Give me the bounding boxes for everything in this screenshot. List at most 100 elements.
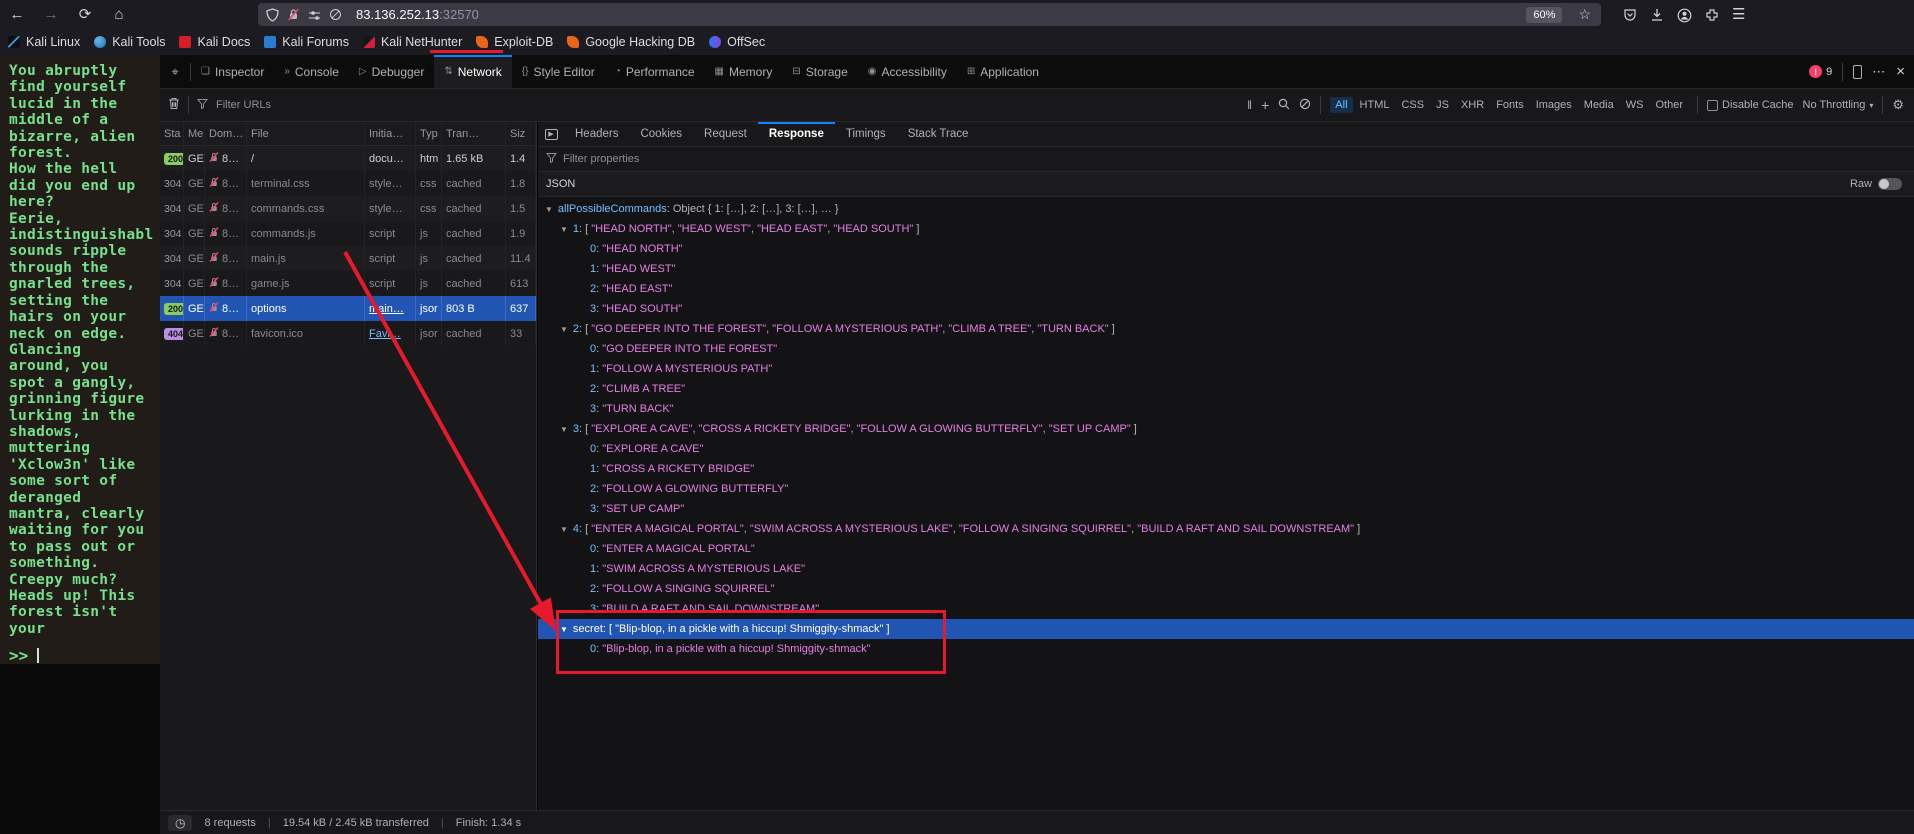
bookmark-google-hacking-db[interactable]: Google Hacking DB <box>567 35 695 49</box>
filter-xhr-button[interactable]: XHR <box>1456 97 1489 113</box>
split-panel-icon[interactable]: ▶ <box>538 122 564 146</box>
json-item-row[interactable]: 0: "GO DEEPER INTO THE FOREST" <box>538 339 1914 359</box>
json-group-4[interactable]: ▼4: [ "ENTER A MAGICAL PORTAL", "SWIM AC… <box>538 519 1914 539</box>
pocket-icon[interactable] <box>1623 0 1637 29</box>
filter-css-button[interactable]: CSS <box>1396 97 1429 113</box>
zoom-level-badge[interactable]: 60% <box>1526 7 1562 23</box>
json-item-row[interactable]: 2: "CLIMB A TREE" <box>538 379 1914 399</box>
tab-memory[interactable]: ▦Memory <box>705 55 783 88</box>
json-item-row[interactable]: 1: "HEAD WEST" <box>538 259 1914 279</box>
tab-network[interactable]: ⇅Network <box>434 55 511 88</box>
details-tab-timings[interactable]: Timings <box>835 122 897 146</box>
search-icon[interactable] <box>1278 98 1290 113</box>
filter-media-button[interactable]: Media <box>1579 97 1619 113</box>
network-request-row-main-js[interactable]: 304GET8…main.jsscriptjscached11.4 <box>160 246 536 271</box>
terminal-prompt[interactable]: >> <box>9 646 160 664</box>
column-header-me[interactable]: Me <box>184 122 205 145</box>
details-tab-response[interactable]: Response <box>758 122 835 146</box>
bookmark-star-icon[interactable]: ☆ <box>1578 6 1591 23</box>
filter-other-button[interactable]: Other <box>1650 97 1688 113</box>
reload-icon[interactable]: ⟳ <box>68 0 102 29</box>
home-icon[interactable]: ⌂ <box>102 0 136 29</box>
network-request-row-terminal-css[interactable]: 304GET8…terminal.cssstyle…csscached1.8 <box>160 171 536 196</box>
details-tab-cookies[interactable]: Cookies <box>629 122 693 146</box>
tab-style-editor[interactable]: {}Style Editor <box>512 55 605 88</box>
json-item-row[interactable]: 2: "FOLLOW A SINGING SQUIRREL" <box>538 579 1914 599</box>
forward-icon[interactable]: → <box>34 0 68 29</box>
details-tab-headers[interactable]: Headers <box>564 122 629 146</box>
json-item-row[interactable]: 3: "BUILD A RAFT AND SAIL DOWNSTREAM" <box>538 599 1914 619</box>
tracking-shield-icon[interactable] <box>266 8 279 22</box>
details-tab-request[interactable]: Request <box>693 122 758 146</box>
json-group-secret[interactable]: ▼secret: [ "Blip-blop, in a pickle with … <box>538 619 1914 639</box>
devtools-close-icon[interactable]: × <box>1896 63 1905 80</box>
filter-ws-button[interactable]: WS <box>1621 97 1649 113</box>
json-item-row[interactable]: 1: "CROSS A RICKETY BRIDGE" <box>538 459 1914 479</box>
json-group-2[interactable]: ▼2: [ "GO DEEPER INTO THE FOREST", "FOLL… <box>538 319 1914 339</box>
throttling-stopwatch-icon[interactable]: ◷ <box>168 815 192 831</box>
json-group-3[interactable]: ▼3: [ "EXPLORE A CAVE", "CROSS A RICKETY… <box>538 419 1914 439</box>
block-icon[interactable] <box>1299 98 1311 113</box>
json-item-row[interactable]: 0: "EXPLORE A CAVE" <box>538 439 1914 459</box>
bookmark-offsec[interactable]: OffSec <box>709 35 765 49</box>
pause-icon[interactable]: ‖ <box>1247 98 1252 112</box>
network-request-row-game-js[interactable]: 304GET8…game.jsscriptjscached613 <box>160 271 536 296</box>
filter-all-button[interactable]: All <box>1330 97 1352 113</box>
column-header-sta[interactable]: Sta <box>160 122 184 145</box>
network-settings-gear-icon[interactable]: ⚙ <box>1892 97 1904 113</box>
filter-urls-input[interactable] <box>216 99 1239 111</box>
devtools-menu-icon[interactable]: ⋯ <box>1872 64 1886 80</box>
initiator-text[interactable]: main… <box>369 303 404 315</box>
bookmark-kali-nethunter[interactable]: Kali NetHunter <box>363 35 462 49</box>
element-picker-icon[interactable]: ⌖ <box>160 55 190 88</box>
clear-requests-icon[interactable] <box>168 97 180 113</box>
initiator-text[interactable]: Favi… <box>369 328 401 340</box>
url-bar[interactable]: 83.136.252.13:32570 60% ☆ <box>258 3 1601 26</box>
tab-performance[interactable]: ◔Performance <box>605 55 705 88</box>
column-header-dom[interactable]: Dom… <box>205 122 247 145</box>
tab-console[interactable]: »Console <box>274 55 349 88</box>
filter-fonts-button[interactable]: Fonts <box>1491 97 1529 113</box>
responsive-mode-icon[interactable] <box>1853 65 1862 79</box>
back-icon[interactable]: ← <box>0 0 34 29</box>
disable-cache-checkbox[interactable] <box>1707 100 1718 111</box>
details-tab-stack-trace[interactable]: Stack Trace <box>897 122 980 146</box>
raw-toggle-switch[interactable] <box>1878 178 1902 190</box>
downloads-icon[interactable] <box>1650 0 1664 29</box>
filter-properties-input[interactable] <box>563 153 1906 165</box>
column-header-siz[interactable]: Siz <box>506 122 536 145</box>
json-item-row[interactable]: 0: "Blip-blop, in a pickle with a hiccup… <box>538 639 1914 659</box>
network-request-row-[interactable]: 200GET8…/docu…htm1.65 kB1.4 <box>160 146 536 171</box>
bookmark-kali-tools[interactable]: Kali Tools <box>94 35 165 49</box>
bookmark-kali-linux[interactable]: Kali Linux <box>8 35 80 49</box>
raw-toggle-control[interactable]: Raw <box>1850 178 1902 190</box>
network-request-row-options[interactable]: 200GET8…optionsmain…jsor803 B637 <box>160 296 536 321</box>
json-item-row[interactable]: 1: "SWIM ACROSS A MYSTERIOUS LAKE" <box>538 559 1914 579</box>
tab-inspector[interactable]: ❏Inspector <box>191 55 274 88</box>
json-item-row[interactable]: 2: "HEAD EAST" <box>538 279 1914 299</box>
network-request-row-favicon-ico[interactable]: 404GET8…favicon.icoFavi…jsorcached33 <box>160 321 536 346</box>
filter-images-button[interactable]: Images <box>1531 97 1577 113</box>
json-item-row[interactable]: 3: "HEAD SOUTH" <box>538 299 1914 319</box>
error-badge-icon[interactable]: ! <box>1809 65 1822 78</box>
account-icon[interactable] <box>1677 0 1692 29</box>
tab-accessibility[interactable]: ◉Accessibility <box>858 55 957 88</box>
network-request-row-commands-css[interactable]: 304GET8…commands.cssstyle…csscached1.5 <box>160 196 536 221</box>
extensions-icon[interactable] <box>1705 0 1719 29</box>
disable-cache-control[interactable]: Disable Cache <box>1707 99 1794 111</box>
tab-debugger[interactable]: ▷Debugger <box>349 55 434 88</box>
tab-storage[interactable]: ⊟Storage <box>782 55 857 88</box>
json-item-row[interactable]: 0: "HEAD NORTH" <box>538 239 1914 259</box>
add-request-icon[interactable]: + <box>1261 97 1269 113</box>
column-header-typ[interactable]: Typ <box>416 122 442 145</box>
insecure-lock-icon[interactable] <box>287 8 300 21</box>
json-item-row[interactable]: 2: "FOLLOW A GLOWING BUTTERFLY" <box>538 479 1914 499</box>
bookmark-exploit-db[interactable]: Exploit-DB <box>476 35 553 49</box>
menu-icon[interactable]: ☰ <box>1732 0 1745 29</box>
json-root-row[interactable]: ▼allPossibleCommands: Object { 1: […], 2… <box>538 199 1914 219</box>
bookmark-kali-forums[interactable]: Kali Forums <box>264 35 349 49</box>
json-group-1[interactable]: ▼1: [ "HEAD NORTH", "HEAD WEST", "HEAD E… <box>538 219 1914 239</box>
column-header-file[interactable]: File <box>247 122 365 145</box>
blocked-content-icon[interactable] <box>329 8 342 21</box>
json-item-row[interactable]: 1: "FOLLOW A MYSTERIOUS PATH" <box>538 359 1914 379</box>
